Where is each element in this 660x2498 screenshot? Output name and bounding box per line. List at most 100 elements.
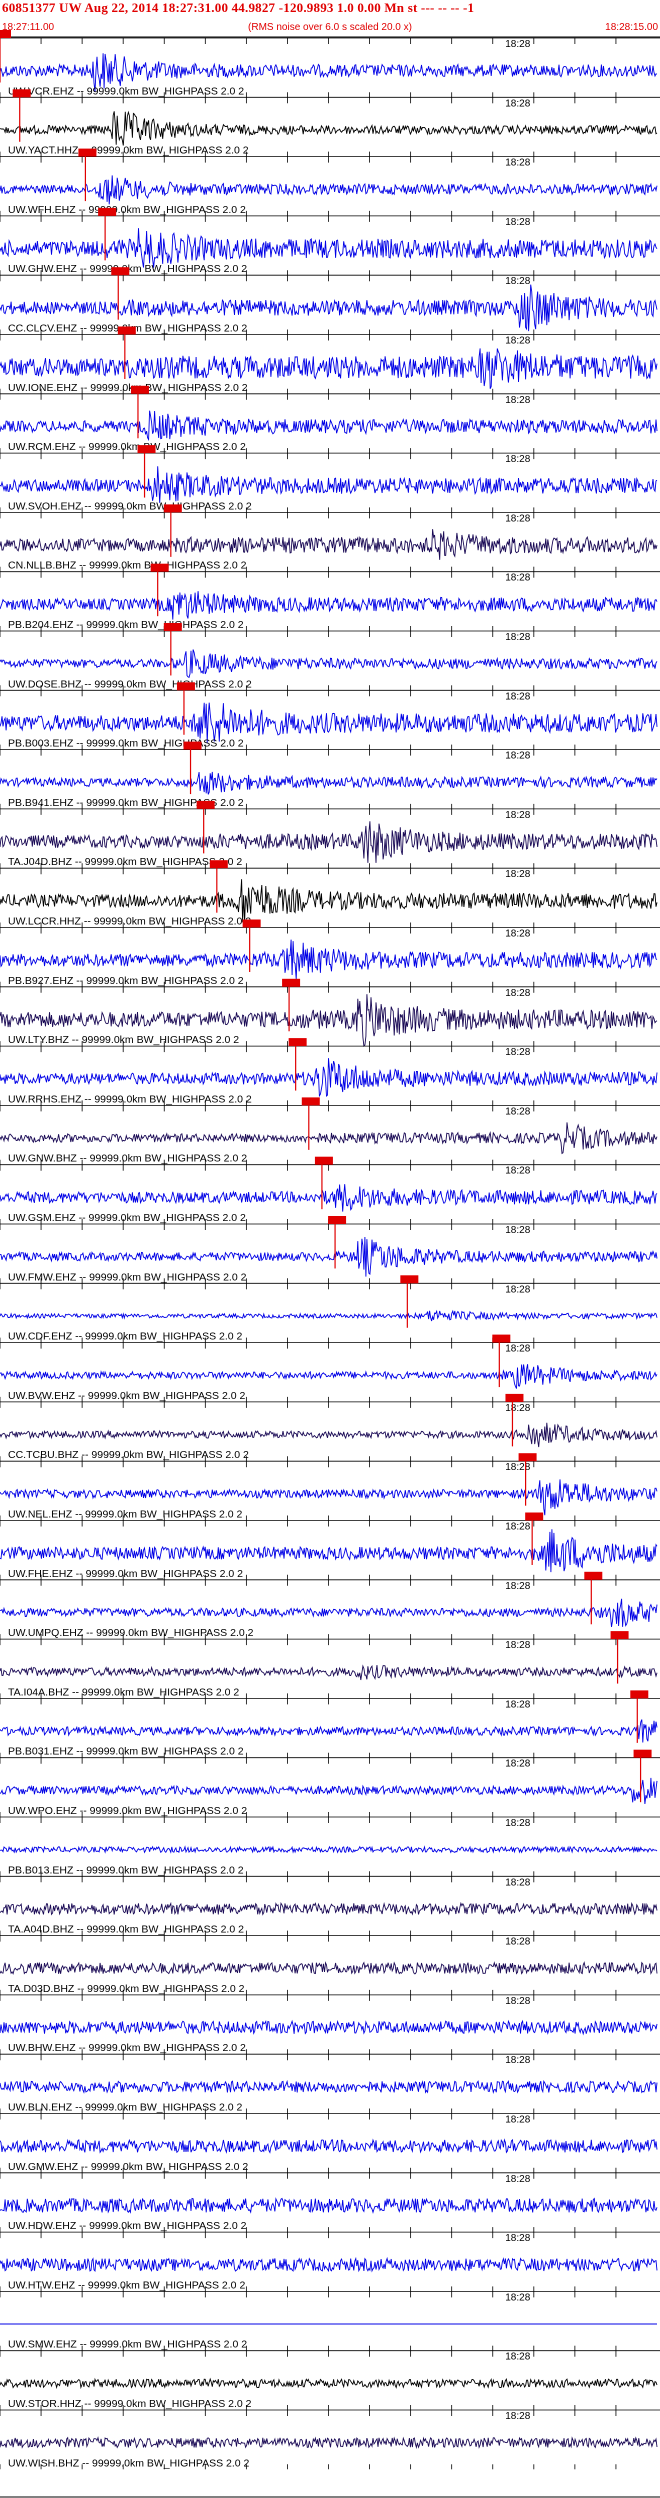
minute-label: 18:28: [505, 454, 530, 465]
minute-label: 18:28: [505, 751, 530, 762]
minute-label: 18:28: [505, 217, 530, 228]
trace-row: 18:28UW.GHW.EHZ -- 99999.0km BW_HIGHPASS…: [0, 207, 660, 276]
phase-pick-flag: [98, 207, 117, 216]
phase-pick-flag: [130, 385, 149, 394]
station-label: TA.A04D.BHZ -- 99999.0km BW_HIGHPASS 2.0…: [8, 1924, 244, 1936]
minute-label: 18:28: [505, 1047, 530, 1058]
trace-row: 18:28 UW.NEL.EHZ -- 99999.0km BW_HIGHPASS…: [0, 1453, 660, 1521]
waveform-trace: [0, 1845, 658, 1854]
minute-label: 18:28: [505, 1106, 530, 1117]
minute-label: 18:28: [505, 2115, 530, 2126]
minute-label: 18:28: [505, 39, 530, 50]
minute-label: 18:28: [505, 158, 530, 169]
minute-label: 18:28: [505, 1937, 530, 1948]
station-label: UW.FMW.EHZ -- 99999.0km BW_HIGHPASS 2.0 …: [8, 1271, 247, 1283]
station-label: UW.IONE.EHZ -- 99999.0km BW_HIGHPASS 2.0…: [8, 382, 248, 394]
trace-row: 18:28 CN.NLLB.BHZ -- 99999.0km BW_HIGHPAS…: [0, 504, 660, 572]
station-label: UW.WISH.BHZ -- 99999.0km BW_HIGHPASS 2.0…: [8, 2457, 250, 2469]
trace-row: 18:28 UW.DOSE.BHZ -- 99999.0km BW_HIGHPAS…: [0, 623, 660, 691]
station-label: CC.TCBU.BHZ -- 99999.0km BW_HIGHPASS 2.0…: [8, 1449, 249, 1461]
minute-label: 18:28: [505, 1996, 530, 2007]
phase-pick-flag: [328, 1216, 347, 1224]
waveform-trace: [0, 771, 658, 795]
trace-row: 18:28 UW.LCCR.HHZ -- 99999.0km BW_HIGHPAS…: [0, 860, 660, 928]
waveform-trace: [0, 2197, 658, 2214]
waveform-trace: [0, 466, 658, 503]
station-label: UW.HTW.EHZ -- 99999.0km BW_HIGHPASS 2.0 …: [8, 2279, 245, 2291]
phase-pick-flag: [492, 1334, 511, 1343]
trace-row: 18:28 CC.TCBU.BHZ -- 99999.0km BW_HIGHPAS…: [0, 1393, 660, 1462]
minute-label: 18:28: [505, 1462, 530, 1473]
trace-row: 18:28 UW.SMW.EHZ -- 99999.0km BW_HIGHPASS…: [0, 2290, 660, 2351]
waveform-trace: [0, 2138, 658, 2154]
trace-row: 18:28 UW.VCR.EHZ -- 99999.0km BW_HIGHPASS…: [0, 30, 660, 98]
minute-label: 18:28: [505, 1403, 530, 1414]
station-label: UW.SMW.EHZ -- 99999.0km BW_HIGHPASS 2.0 …: [8, 2339, 247, 2351]
phase-pick-flag: [400, 1275, 419, 1284]
station-label: UW.NEL.EHZ -- 99999.0km BW_HIGHPASS 2.0 …: [8, 1509, 243, 1521]
station-label: TA.I04A.BHZ -- 99999.0km BW_HIGHPASS 2.0…: [8, 1686, 239, 1698]
phase-pick-flag: [176, 682, 195, 691]
waveform-trace: [0, 591, 658, 620]
phase-pick-flag: [630, 1690, 649, 1699]
phase-pick-flag: [242, 919, 261, 928]
station-label: UW.BHW.EHZ -- 99999.0km BW_HIGHPASS 2.0 …: [8, 2042, 246, 2054]
station-label: UW.UMPQ.EHZ -- 99999.0km BW_HIGHPASS 2.0…: [8, 1627, 254, 1639]
minute-label: 18:28: [505, 988, 530, 999]
minute-label: 18:28: [505, 691, 530, 702]
station-label: UW.DOSE.BHZ -- 99999.0km BW_HIGHPASS 2.0…: [8, 678, 252, 690]
trace-row: 18:28 UW.WISH.BHZ -- 99999.0km BW_HIGHPAS…: [0, 2409, 660, 2470]
trace-row: 18:28 PB.B204.EHZ -- 99999.0km BW_HIGHPAS…: [0, 563, 660, 631]
station-label: UW.BVW.EHZ -- 99999.0km BW_HIGHPASS 2.0 …: [8, 1390, 245, 1402]
trace-row: 18:28 PB.B003.EHZ -- 99999.0km BW_HIGHPAS…: [0, 682, 660, 750]
waveform-trace: [0, 2436, 658, 2450]
station-label: UW.LTY.BHZ -- 99999.0km BW_HIGHPASS 2.0 …: [8, 1034, 239, 1046]
station-label: UW.GNW.BHZ -- 99999.0km BW_HIGHPASS 2.0 …: [8, 1153, 247, 1165]
minute-label: 18:28: [505, 1522, 530, 1533]
trace-row: 18:28 UW.CDF.EHZ -- 99999.0km BW_HIGHPASS…: [0, 1275, 660, 1343]
trace-row: 18:28 UW.GSM.EHZ -- 99999.0km BW_HIGHPASS…: [0, 1156, 660, 1224]
phase-pick-flag: [288, 1038, 307, 1047]
minute-label: 18:28: [505, 513, 530, 524]
minute-label: 18:28: [505, 1344, 530, 1355]
station-label: UW.YACT.HHZ -- 99999.0km BW_HIGHPASS 2.0…: [8, 145, 249, 157]
phase-pick-flag: [610, 1631, 629, 1640]
trace-row: 18:28 UW.LTY.BHZ -- 99999.0km BW_HIGHPASS…: [0, 978, 660, 1047]
minute-label: 18:28: [505, 1284, 530, 1295]
minute-label: 18:28: [505, 1818, 530, 1829]
station-label: PB.B013.EHZ -- 99999.0km BW_HIGHPASS 2.0…: [8, 1864, 244, 1876]
station-label: TA.J04D.BHZ -- 99999.0km BW_HIGHPASS 2.0…: [8, 856, 242, 868]
minute-label: 18:28: [505, 2174, 530, 2185]
trace-row: 18:28 UW.RRHS.EHZ -- 99999.0km BW_HIGHPAS…: [0, 1038, 660, 1106]
minute-label: 18:28: [505, 98, 530, 109]
station-label: UW.CDF.EHZ -- 99999.0km BW_HIGHPASS 2.0 …: [8, 1331, 243, 1343]
minute-label: 18:28: [505, 869, 530, 880]
waveform-trace: [0, 2256, 658, 2273]
station-label: UW.GSM.EHZ -- 99999.0km BW_HIGHPASS 2.0 …: [8, 1212, 246, 1224]
phase-pick-flag: [12, 89, 31, 98]
station-label: UW.FHE.EHZ -- 99999.0km BW_HIGHPASS 2.0 …: [8, 1568, 243, 1580]
seismogram-plot: 18:28 UW.VCR.EHZ -- 99999.0km BW_HIGHPASS…: [0, 30, 660, 2498]
minute-label: 18:28: [505, 1581, 530, 1592]
waveform-trace: [0, 1664, 658, 1681]
phase-pick-flag: [314, 1156, 333, 1165]
phase-pick-flag: [183, 741, 202, 750]
minute-label: 18:28: [505, 2233, 530, 2244]
station-label: UW.SVOH.EHZ -- 99999.0km BW_HIGHPASS 2.0…: [8, 500, 252, 512]
waveform-trace: [0, 939, 658, 980]
phase-pick-flag: [111, 267, 130, 276]
trace-row: 18:28 UW.FMW.EHZ -- 99999.0km BW_HIGHPASS…: [0, 1216, 660, 1284]
minute-label: 18:28: [505, 632, 530, 643]
trace-row: 18:28 UW.UMPQ.EHZ -- 99999.0km BW_HIGHPAS…: [0, 1571, 660, 1640]
minute-label: 18:28: [505, 1877, 530, 1888]
phase-pick-flag: [518, 1453, 537, 1462]
minute-label: 18:28: [505, 2411, 530, 2422]
waveform-trace: [0, 1122, 658, 1155]
trace-row: 18:28 UW.GNW.BHZ -- 99999.0km BW_HIGHPASS…: [0, 1097, 660, 1165]
waveform-trace: [0, 1364, 658, 1389]
minute-label: 18:28: [505, 573, 530, 584]
station-label: UW.WFH.EHZ -- 99999.0km BW_HIGHPASS 2.0 …: [8, 204, 246, 216]
phase-pick-flag: [78, 148, 97, 157]
phase-pick-flag: [505, 1393, 524, 1402]
waveform-trace: [0, 110, 658, 146]
